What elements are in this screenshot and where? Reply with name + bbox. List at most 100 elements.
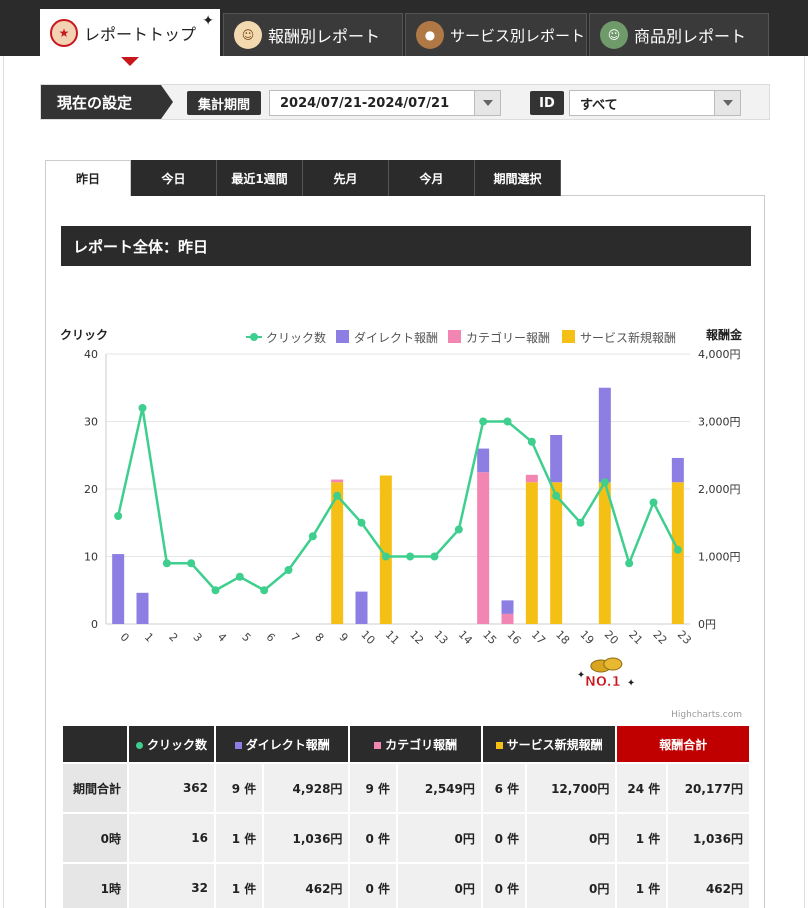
x-tick-label: 3 bbox=[191, 630, 205, 644]
table-cell-clicks: 362 bbox=[127, 762, 216, 814]
row-label: 1時 bbox=[61, 862, 129, 908]
coin-icon bbox=[603, 657, 623, 671]
x-tick-label: 14 bbox=[456, 628, 475, 647]
clicks-point bbox=[625, 559, 634, 568]
kappa-character-icon: ☺ bbox=[600, 21, 628, 49]
bar-segment bbox=[477, 472, 490, 624]
clicks-point bbox=[430, 552, 439, 561]
table-cell-clicks: 16 bbox=[127, 812, 216, 864]
y-right-tick-label: 1,000円 bbox=[698, 551, 741, 564]
tab-label: レポートトップ bbox=[84, 24, 197, 44]
clicks-point bbox=[235, 572, 244, 581]
tab-product-report[interactable]: ☺ 商品別レポート bbox=[589, 13, 769, 56]
bar-segment bbox=[355, 591, 368, 624]
y-right-tick-label: 4,000円 bbox=[698, 348, 741, 361]
clicks-point bbox=[479, 417, 488, 426]
x-tick-label: 13 bbox=[431, 628, 450, 647]
clicks-point bbox=[527, 437, 536, 446]
table-cell-direct-n: 1 件 bbox=[213, 862, 265, 908]
y-left-tick-label: 10 bbox=[84, 551, 98, 564]
legend-swatch-icon bbox=[448, 330, 461, 343]
chevron-down-icon[interactable] bbox=[474, 91, 500, 115]
clicks-point bbox=[260, 586, 269, 595]
table-cell-cat-n: 0 件 bbox=[348, 862, 398, 908]
clicks-point bbox=[162, 559, 171, 568]
bar-segment bbox=[501, 600, 514, 614]
table-row: 0時 16 1 件 1,036円 0 件 0円 0 件 0円 1 件 1,036円 bbox=[61, 812, 751, 864]
table-cell-svc-y: 0円 bbox=[525, 862, 618, 908]
tab-report-top[interactable]: ★ レポートトップ ✦ bbox=[40, 9, 220, 56]
table-cell-tot-n: 1 件 bbox=[615, 862, 669, 908]
clicks-point bbox=[503, 417, 512, 426]
period-select[interactable]: 2024/07/21-2024/07/21 bbox=[269, 90, 501, 116]
table-cell-cat-y: 0円 bbox=[396, 812, 483, 864]
table-cell-direct-y: 462円 bbox=[262, 862, 351, 908]
bar-segment bbox=[501, 613, 514, 624]
table-cell-tot-n: 1 件 bbox=[615, 812, 669, 864]
clicks-point bbox=[673, 545, 682, 554]
y-left-tick-label: 30 bbox=[84, 416, 98, 429]
bear-character-icon: ● bbox=[416, 21, 444, 49]
clicks-legend-icon bbox=[135, 741, 143, 749]
row-label: 期間合計 bbox=[61, 762, 129, 814]
x-tick-label: 19 bbox=[577, 628, 596, 647]
table-row: 1時 32 1 件 462円 0 件 0円 0 件 0円 1 件 462円 bbox=[61, 862, 751, 908]
legend-item: カテゴリー報酬 bbox=[466, 330, 550, 345]
id-select[interactable]: すべて bbox=[569, 90, 741, 116]
x-tick-label: 16 bbox=[504, 628, 523, 647]
clicks-point bbox=[649, 498, 658, 507]
x-tick-label: 12 bbox=[407, 628, 426, 647]
tab-reward-report[interactable]: ☺ 報酬別レポート bbox=[223, 13, 403, 56]
clicks-point bbox=[357, 518, 366, 527]
tab-last-month[interactable]: 先月 bbox=[303, 160, 389, 196]
tab-custom-period[interactable]: 期間選択 bbox=[475, 160, 561, 196]
period-value: 2024/07/21-2024/07/21 bbox=[280, 95, 450, 111]
clicks-point bbox=[454, 525, 463, 534]
table-cell-tot-y: 20,177円 bbox=[666, 762, 751, 814]
x-tick-label: 17 bbox=[529, 628, 548, 647]
table-header-direct: ダイレクト報酬 bbox=[213, 724, 351, 764]
tab-label: サービス別レポート bbox=[450, 26, 586, 45]
period-label: 集計期間 bbox=[187, 91, 261, 115]
tab-label: 報酬別レポート bbox=[268, 27, 381, 46]
clicks-point bbox=[308, 532, 317, 541]
table-cell-svc-y: 12,700円 bbox=[525, 762, 618, 814]
tab-label: 商品別レポート bbox=[634, 27, 747, 46]
legend-item: サービス新規報酬 bbox=[580, 330, 676, 345]
bar-segment bbox=[112, 554, 125, 624]
settings-label: 現在の設定 bbox=[41, 85, 173, 119]
report-title: レポート全体：昨日 bbox=[61, 226, 751, 266]
y-left-tick-label: 0 bbox=[91, 618, 98, 631]
active-tab-indicator-icon bbox=[121, 57, 139, 66]
y-right-tick-label: 3,000円 bbox=[698, 416, 741, 429]
table-cell-svc-n: 0 件 bbox=[480, 812, 528, 864]
table-row: 期間合計 362 9 件 4,928円 9 件 2,549円 6 件 12,700円 24 件2… bbox=[61, 762, 751, 814]
sparkle-icon: ✦ bbox=[577, 670, 585, 681]
table-cell-cat-y: 0円 bbox=[396, 862, 483, 908]
table-header-category: カテゴリ報酬 bbox=[348, 724, 483, 764]
bar-segment bbox=[525, 482, 538, 624]
tab-service-report[interactable]: ● サービス別レポート bbox=[405, 13, 587, 56]
x-tick-label: 23 bbox=[675, 628, 694, 647]
bar-segment bbox=[331, 479, 344, 483]
chevron-down-icon[interactable] bbox=[714, 91, 740, 115]
bar-segment bbox=[136, 592, 149, 624]
period-tabs: 昨日 今日 最近1週間 先月 今月 期間選択 bbox=[45, 160, 561, 196]
x-tick-label: 5 bbox=[239, 630, 253, 644]
x-tick-label: 11 bbox=[383, 628, 402, 647]
tab-yesterday[interactable]: 昨日 bbox=[45, 160, 131, 196]
clicks-point bbox=[576, 518, 585, 527]
table-cell-svc-y: 0円 bbox=[525, 812, 618, 864]
x-tick-label: 21 bbox=[626, 628, 645, 647]
tab-today[interactable]: 今日 bbox=[131, 160, 217, 196]
no1-badge-label: NO.1 bbox=[585, 675, 621, 690]
chart-credits[interactable]: Highcharts.com bbox=[671, 710, 742, 720]
tab-last-week[interactable]: 最近1週間 bbox=[217, 160, 303, 196]
table-cell-tot-y: 462円 bbox=[666, 862, 751, 908]
tab-this-month[interactable]: 今月 bbox=[389, 160, 475, 196]
clicks-point bbox=[552, 491, 561, 500]
table-cell-direct-y: 4,928円 bbox=[262, 762, 351, 814]
x-tick-label: 8 bbox=[312, 630, 326, 644]
bar-segment bbox=[550, 435, 563, 483]
y-left-tick-label: 40 bbox=[84, 348, 98, 361]
